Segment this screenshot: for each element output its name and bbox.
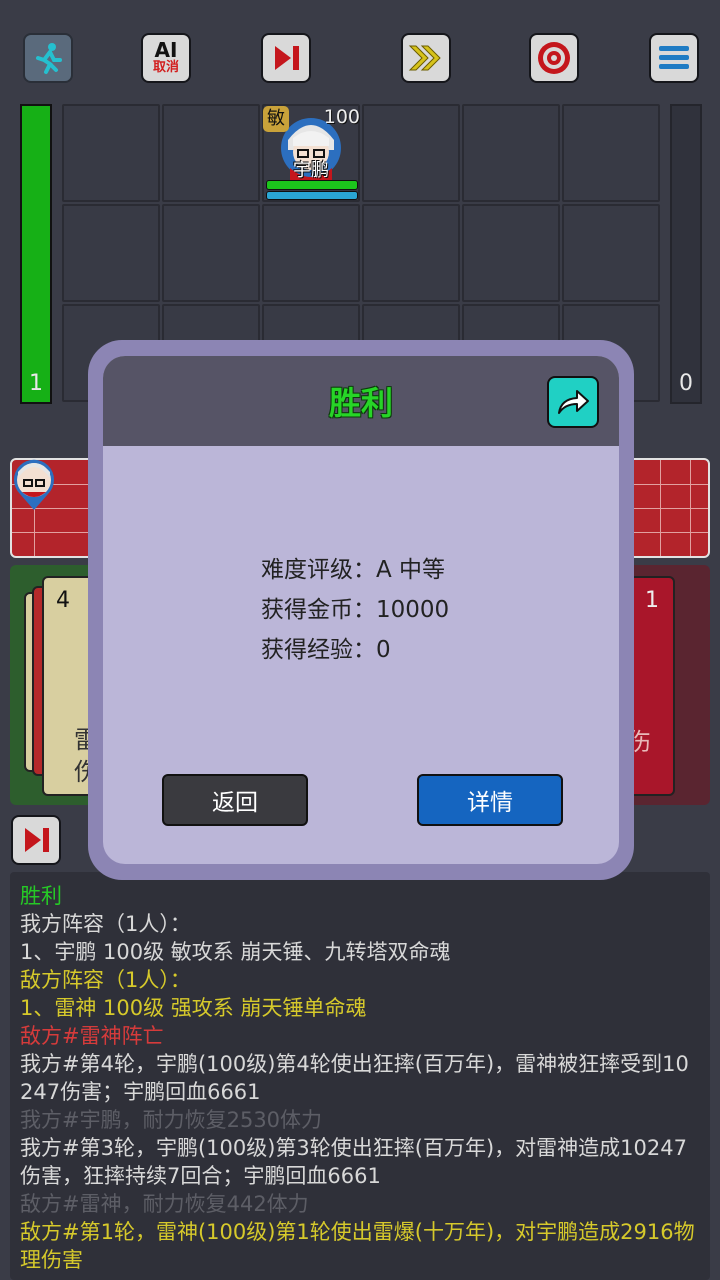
cancel-label: 取消: [152, 60, 179, 75]
log-step-button[interactable]: [11, 815, 61, 865]
grid-cell[interactable]: [462, 204, 560, 302]
ai-label: AI: [154, 38, 178, 62]
hero-unit[interactable]: 敏 100 宇鹏: [262, 104, 360, 202]
share-arrow-icon: [558, 390, 589, 414]
target-icon: [538, 42, 570, 74]
log-line: 我方阵容（1人）：: [20, 912, 191, 936]
enemy-card-count: 1: [645, 588, 659, 613]
grid-cell[interactable]: [62, 104, 160, 202]
grid-cell[interactable]: [162, 104, 260, 202]
log-line: 敌方#雷神，耐力恢复442体力: [20, 1192, 309, 1216]
step-button[interactable]: [261, 33, 311, 83]
grid-cell[interactable]: [262, 204, 360, 302]
enemy-energy-value: 0: [679, 371, 693, 396]
exp-earned: 获得经验：0: [261, 637, 391, 663]
log-line: 我方#宇鹏，耐力恢复2530体力: [20, 1108, 323, 1132]
agility-badge: 敏: [263, 106, 289, 132]
victory-dialog-body: 胜利 难度评级：A 中等 获得金币：10000 获得经验：0 返回 详情: [103, 356, 619, 864]
log-line: 我方#第4轮，宇鹏(100级)第4轮使出狂摔(百万年)，雷神被狂摔受到10247…: [20, 1052, 689, 1104]
play-next-icon: [275, 46, 299, 70]
log-line: 敌方#第1轮，雷神(100级)第1轮使出雷爆(十万年)，对宇鹏造成2916物理伤…: [20, 1220, 695, 1272]
details-button[interactable]: 详情: [417, 774, 563, 826]
turn-marker-avatar-icon[interactable]: [10, 456, 58, 512]
speed-button[interactable]: [401, 33, 451, 83]
back-button[interactable]: 返回: [162, 774, 308, 826]
hero-stamina-bar: [266, 191, 358, 200]
grid-cell[interactable]: [562, 104, 660, 202]
play-next-icon: [25, 828, 49, 852]
menu-button[interactable]: [649, 33, 699, 83]
player-energy-bar: 1: [20, 104, 52, 404]
battle-log[interactable]: 胜利我方阵容（1人）： 1、宇鹏 100级 敏攻系 崩天锤、九转塔双命魂 敌方阵容（…: [10, 872, 710, 1280]
grid-cell[interactable]: [362, 104, 460, 202]
hero-hp-bar: [266, 180, 358, 190]
menu-icon: [659, 46, 689, 69]
share-button[interactable]: [547, 376, 599, 428]
victory-dialog-header: 胜利: [103, 356, 619, 446]
log-line: 我方#第3轮，宇鹏(100级)第3轮使出狂摔(百万年)，对雷神造成10247伤害…: [20, 1136, 687, 1188]
target-button[interactable]: [529, 33, 579, 83]
agility-badge-text: 敏: [267, 108, 285, 129]
hero-name: 宇鹏: [293, 160, 329, 181]
log-line: 敌方阵容（1人）：: [20, 968, 191, 992]
running-man-icon: [36, 43, 62, 74]
coins-earned: 获得金币：10000: [261, 597, 450, 623]
victory-title: 胜利: [328, 384, 393, 422]
grid-cell[interactable]: [462, 104, 560, 202]
difficulty-rating: 难度评级：A 中等: [261, 557, 446, 583]
grid-cell[interactable]: [62, 204, 160, 302]
log-line: 1、雷神 100级 强攻系 崩天锤单命魂: [20, 996, 367, 1020]
ai-cancel-button[interactable]: AI 取消: [141, 33, 191, 83]
enemy-energy-bar: 0: [670, 104, 702, 404]
grid-cell[interactable]: [362, 204, 460, 302]
log-line: 敌方#雷神阵亡: [20, 1024, 164, 1048]
grid-cell[interactable]: [562, 204, 660, 302]
grid-cell[interactable]: [162, 204, 260, 302]
run-button[interactable]: [23, 33, 73, 83]
player-energy-value: 1: [29, 371, 43, 396]
log-line: 1、宇鹏 100级 敏攻系 崩天锤、九转塔双命魂: [20, 940, 451, 964]
fast-forward-icon: [408, 45, 441, 71]
log-line: 胜利: [20, 884, 62, 908]
victory-dialog: 胜利 难度评级：A 中等 获得金币：10000 获得经验：0 返回 详情: [88, 340, 634, 880]
hero-level: 100: [323, 106, 360, 128]
player-card-count: 4: [56, 588, 70, 613]
